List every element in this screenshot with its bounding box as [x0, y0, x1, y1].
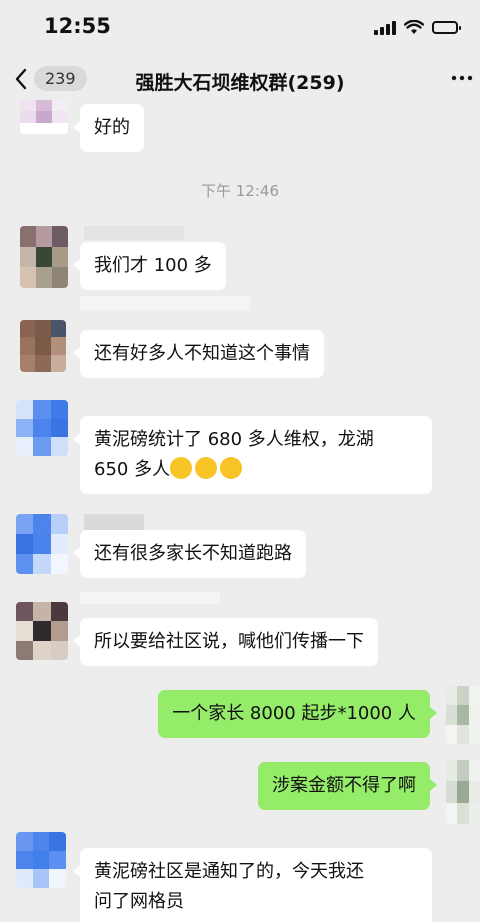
avatar[interactable]: [20, 226, 68, 288]
laughing-crying-emoji-icon: [170, 457, 193, 479]
message-bubble[interactable]: 涉案金额不得了啊: [258, 762, 437, 810]
wifi-icon: [404, 20, 424, 34]
message-bubble[interactable]: 好的: [73, 104, 144, 152]
message-text: 所以要给社区说，喊他们传播一下: [94, 631, 364, 652]
avatar[interactable]: [16, 602, 68, 660]
laughing-crying-emoji-icon: [220, 457, 243, 479]
laughing-crying-emoji-icon: [195, 457, 218, 479]
message-text: 黄泥磅社区是通知了的，今天我还: [94, 861, 364, 882]
avatar[interactable]: [20, 100, 68, 134]
avatar[interactable]: [446, 760, 480, 824]
message-text: 还有好多人不知道这个事情: [94, 343, 310, 364]
battery-icon: [432, 21, 461, 34]
blurred-region: [80, 296, 250, 310]
chat-header: 239 强胜大石坝维权群(259): [0, 56, 480, 108]
blurred-region: [80, 592, 220, 604]
message-list[interactable]: 好的 下午 12:46 我们才 100 多 还有好多人不知道这个事情 黄泥磅统计…: [0, 100, 480, 922]
message-text: 还有很多家长不知道跑路: [94, 543, 292, 564]
message-timestamp: 下午 12:46: [201, 182, 279, 200]
status-time: 12:55: [44, 14, 111, 38]
sender-name: [84, 226, 184, 240]
status-bar: 12:55: [0, 0, 480, 56]
avatar[interactable]: [16, 400, 68, 456]
avatar[interactable]: [446, 686, 480, 744]
message-bubble[interactable]: 我们才 100 多: [73, 242, 226, 290]
message-bubble[interactable]: 还有很多家长不知道跑路: [73, 530, 306, 578]
message-bubble[interactable]: 还有好多人不知道这个事情: [73, 330, 324, 378]
message-text: 好的: [94, 117, 130, 138]
message-text: 问了网格员: [94, 891, 184, 912]
message-bubble[interactable]: 黄泥磅社区是通知了的，今天我还 问了网格员: [73, 848, 432, 922]
avatar[interactable]: [20, 320, 66, 372]
message-bubble[interactable]: 一个家长 8000 起步*1000 人: [158, 690, 437, 738]
avatar[interactable]: [16, 832, 66, 888]
message-bubble[interactable]: 所以要给社区说，喊他们传播一下: [73, 618, 378, 666]
chat-title: 强胜大石坝维权群(259): [135, 72, 345, 94]
blurred-region: [84, 514, 144, 530]
message-bubble[interactable]: 黄泥磅统计了 680 多人维权，龙湖 650 多人: [73, 416, 432, 494]
message-text: 一个家长 8000 起步*1000 人: [172, 703, 416, 724]
more-icon: [451, 75, 473, 81]
message-text: 我们才 100 多: [94, 255, 212, 276]
message-text: 黄泥磅统计了 680 多人维权，龙湖: [94, 429, 374, 450]
signal-icon: [374, 20, 396, 35]
message-text: 涉案金额不得了啊: [272, 775, 416, 796]
message-text: 650 多人: [94, 459, 171, 480]
avatar[interactable]: [16, 514, 68, 574]
status-icons: [374, 20, 461, 35]
more-button[interactable]: [450, 68, 474, 88]
